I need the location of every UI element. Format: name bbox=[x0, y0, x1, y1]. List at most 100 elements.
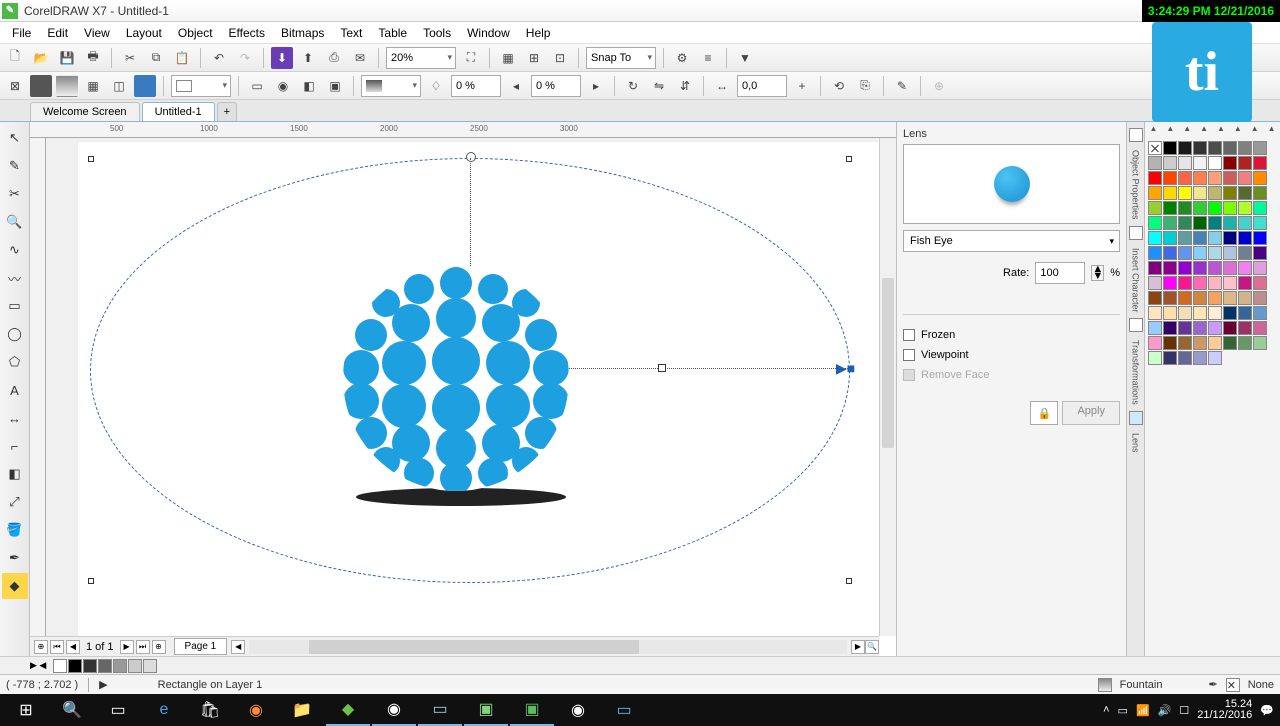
color-swatch[interactable] bbox=[1223, 276, 1237, 290]
color-swatch[interactable] bbox=[1253, 216, 1267, 230]
menu-view[interactable]: View bbox=[76, 24, 118, 42]
color-swatch[interactable] bbox=[1163, 246, 1177, 260]
start-button[interactable]: ⊞ bbox=[4, 694, 48, 726]
menu-bitmaps[interactable]: Bitmaps bbox=[273, 24, 332, 42]
crop-tool[interactable]: ✂ bbox=[2, 181, 28, 207]
color-swatch[interactable] bbox=[1238, 216, 1252, 230]
explorer-icon[interactable]: 📁 bbox=[280, 694, 324, 726]
color-swatch[interactable] bbox=[1223, 216, 1237, 230]
color-swatch[interactable] bbox=[1193, 246, 1207, 260]
app2-icon[interactable]: ▭ bbox=[418, 694, 462, 726]
color-swatch[interactable] bbox=[1148, 156, 1162, 170]
color-swatch[interactable] bbox=[1238, 201, 1252, 215]
color-swatch[interactable] bbox=[1208, 276, 1222, 290]
app3-icon[interactable]: ▣ bbox=[464, 694, 508, 726]
color-swatch[interactable] bbox=[1253, 291, 1267, 305]
color-swatch[interactable] bbox=[1178, 351, 1192, 365]
tab-document[interactable]: Untitled-1 bbox=[142, 102, 215, 121]
color-swatch[interactable] bbox=[1193, 291, 1207, 305]
color-swatch[interactable] bbox=[1208, 186, 1222, 200]
color-swatch[interactable] bbox=[1208, 321, 1222, 335]
texture-fill-icon[interactable] bbox=[134, 75, 156, 97]
viewpoint-checkbox[interactable] bbox=[903, 349, 915, 361]
color-swatch[interactable] bbox=[1208, 231, 1222, 245]
color-swatch[interactable] bbox=[1163, 351, 1177, 365]
color-swatch[interactable] bbox=[1163, 201, 1177, 215]
page-first[interactable]: ⏮ bbox=[50, 640, 64, 654]
tray-wifi-icon[interactable]: 📶 bbox=[1136, 704, 1150, 717]
color-swatch[interactable] bbox=[1253, 276, 1267, 290]
coreldraw-task-icon[interactable]: ◆ bbox=[326, 694, 370, 726]
color-swatch[interactable] bbox=[1223, 306, 1237, 320]
tab-icon-3[interactable] bbox=[1129, 318, 1143, 332]
menu-window[interactable]: Window bbox=[459, 24, 518, 42]
chrome-icon[interactable]: ◉ bbox=[372, 694, 416, 726]
menu-object[interactable]: Object bbox=[170, 24, 221, 42]
pick-tool[interactable]: ↖ bbox=[2, 125, 28, 151]
doc-palette-nav[interactable]: ▶ ◀ bbox=[30, 660, 46, 671]
color-swatch[interactable] bbox=[1238, 141, 1252, 155]
color-swatch[interactable] bbox=[1163, 261, 1177, 275]
color-swatch[interactable] bbox=[1193, 186, 1207, 200]
zoom-nav-icon[interactable]: 🔍 bbox=[865, 640, 879, 654]
doc-no-color[interactable] bbox=[53, 659, 67, 673]
tray-battery-icon[interactable]: ▭ bbox=[1118, 704, 1128, 717]
color-swatch[interactable] bbox=[1193, 306, 1207, 320]
frozen-checkbox[interactable] bbox=[903, 329, 915, 341]
new-button[interactable]: 🗋 bbox=[4, 47, 26, 69]
color-swatch[interactable] bbox=[1208, 216, 1222, 230]
color-swatch[interactable] bbox=[1253, 156, 1267, 170]
palette-up-5[interactable]: ▲ bbox=[1213, 124, 1230, 138]
doc-color-swatch[interactable] bbox=[83, 659, 97, 673]
color-swatch[interactable] bbox=[1178, 171, 1192, 185]
fill-indicator-icon[interactable] bbox=[1098, 678, 1112, 692]
page-tab[interactable]: Page 1 bbox=[174, 638, 228, 655]
lock-button[interactable]: 🔒 bbox=[1030, 401, 1058, 425]
page-add[interactable]: ⊕ bbox=[34, 640, 48, 654]
mirror-v-icon[interactable]: ⇵ bbox=[674, 75, 696, 97]
color-swatch[interactable] bbox=[1148, 186, 1162, 200]
linear-icon[interactable]: ▭ bbox=[246, 75, 268, 97]
outline-indicator-icon[interactable]: ✕ bbox=[1226, 678, 1240, 692]
menu-effects[interactable]: Effects bbox=[221, 24, 273, 42]
horizontal-scrollbar[interactable] bbox=[249, 640, 847, 654]
color-swatch[interactable] bbox=[1238, 186, 1252, 200]
color-swatch[interactable] bbox=[1148, 336, 1162, 350]
tab-icon-2[interactable] bbox=[1129, 226, 1143, 240]
doc-color-swatch[interactable] bbox=[128, 659, 142, 673]
color-swatch[interactable] bbox=[1163, 216, 1177, 230]
rectangle-tool[interactable]: ▭ bbox=[2, 293, 28, 319]
dimension-tool[interactable]: ↔ bbox=[2, 405, 28, 431]
color-swatch[interactable] bbox=[1193, 321, 1207, 335]
color-swatch[interactable] bbox=[1148, 171, 1162, 185]
color-swatch[interactable] bbox=[1193, 336, 1207, 350]
options-button[interactable]: ⚙ bbox=[671, 47, 693, 69]
color-swatch[interactable] bbox=[1178, 261, 1192, 275]
color-swatch[interactable] bbox=[1238, 321, 1252, 335]
color-swatch[interactable] bbox=[1208, 261, 1222, 275]
color-swatch[interactable] bbox=[1238, 231, 1252, 245]
color-swatch[interactable] bbox=[1148, 351, 1162, 365]
outline-pen-icon[interactable]: ✒ bbox=[1208, 678, 1217, 691]
shape-tool[interactable]: ✎ bbox=[2, 153, 28, 179]
fountain-fill-icon[interactable] bbox=[56, 75, 78, 97]
twocolor-fill-icon[interactable]: ◫ bbox=[108, 75, 130, 97]
palette-up-3[interactable]: ▲ bbox=[1179, 124, 1196, 138]
value3-field[interactable]: 0,0 bbox=[737, 75, 787, 97]
color-swatch[interactable] bbox=[1193, 141, 1207, 155]
color-swatch[interactable] bbox=[1193, 231, 1207, 245]
color-swatch[interactable] bbox=[1253, 261, 1267, 275]
color-swatch[interactable] bbox=[1163, 156, 1177, 170]
ruler-vertical[interactable] bbox=[30, 138, 46, 636]
menu-text[interactable]: Text bbox=[332, 24, 370, 42]
color-swatch[interactable] bbox=[1148, 201, 1162, 215]
search-button[interactable]: 🔍 bbox=[50, 694, 94, 726]
plus-icon[interactable]: + bbox=[791, 75, 813, 97]
tab-icon-1[interactable] bbox=[1129, 128, 1143, 142]
color-swatch[interactable] bbox=[1253, 321, 1267, 335]
color-swatch[interactable] bbox=[1253, 201, 1267, 215]
print-button[interactable]: 🖶 bbox=[82, 47, 104, 69]
color-swatch[interactable] bbox=[1193, 216, 1207, 230]
color-swatch[interactable] bbox=[1238, 306, 1252, 320]
color-swatch[interactable] bbox=[1193, 276, 1207, 290]
